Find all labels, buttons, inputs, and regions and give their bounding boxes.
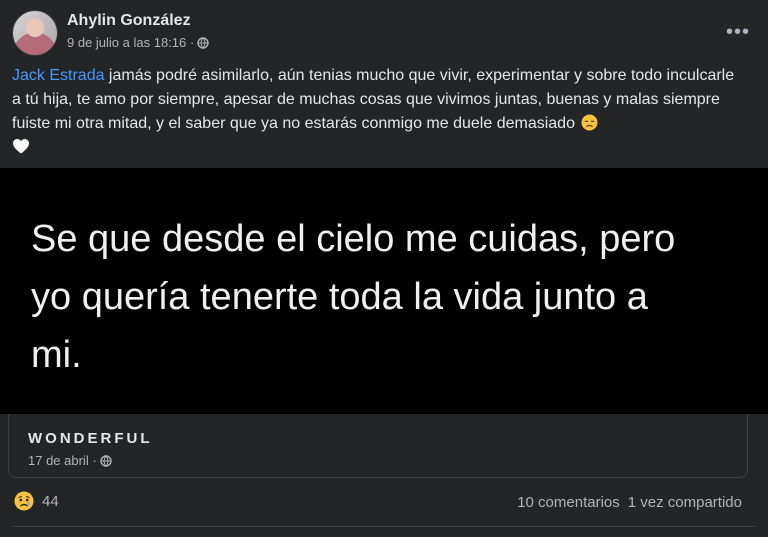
post-timestamp[interactable]: 9 de julio a las 18:16 ·: [67, 35, 194, 50]
reaction-count: 44: [42, 492, 59, 510]
disappointed-face-icon: [581, 114, 598, 131]
shared-page-name[interactable]: WONDERFUL: [28, 430, 153, 447]
post-meta: 9 de julio a las 18:16 ·: [67, 35, 209, 50]
author-name[interactable]: Ahylin González: [67, 12, 191, 30]
globe-icon: [99, 454, 112, 467]
author-avatar[interactable]: [12, 10, 58, 56]
shared-quote-text: Se que desde el cielo me cuidas, pero yo…: [31, 210, 751, 384]
shared-post-date[interactable]: 17 de abril ·: [28, 453, 97, 468]
shared-post-meta: 17 de abril ·: [28, 453, 112, 468]
quote-line: yo quería tenerte toda la vida junto a: [31, 276, 648, 318]
white-heart-icon: [13, 139, 29, 154]
globe-icon: [197, 36, 209, 49]
shares-count-link[interactable]: 1 vez compartido: [628, 494, 742, 511]
quote-line: Se que desde el cielo me cuidas, pero: [31, 218, 676, 260]
more-options-button[interactable]: •••: [720, 18, 756, 46]
post-body: jamás podré asimilarlo, aún tenias mucho…: [12, 67, 735, 132]
shared-post-card[interactable]: WONDERFUL 17 de abril ·: [8, 414, 748, 478]
comments-count-link[interactable]: 10 comentarios: [517, 494, 620, 511]
engagement-stats: 10 comentarios 1 vez compartido: [517, 494, 742, 511]
sad-reaction-icon: [14, 491, 34, 511]
reactions-summary[interactable]: 44: [14, 491, 59, 511]
post-text: Jack Estrada jamás podré asimilarlo, aún…: [12, 64, 747, 160]
post-header: Ahylin González 9 de julio a las 18:16 ·…: [12, 10, 756, 56]
divider: [12, 526, 756, 527]
mention-link[interactable]: Jack Estrada: [12, 67, 104, 84]
quote-line: mi.: [31, 334, 82, 376]
